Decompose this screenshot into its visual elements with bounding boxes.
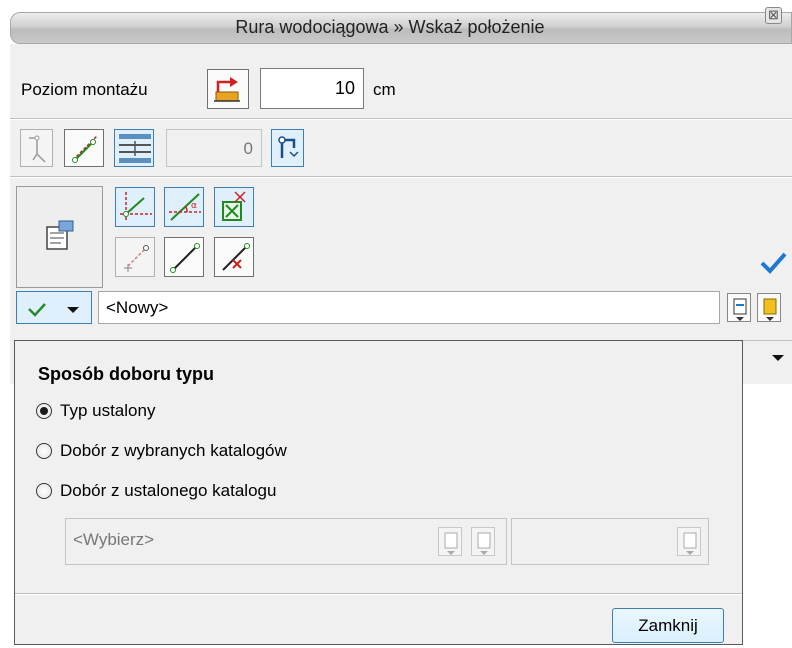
separator [10,118,792,120]
svg-text:α: α [191,201,197,211]
catalog-tag-button[interactable] [471,527,495,556]
type-filter-dropdown[interactable] [16,291,92,324]
level-pick-button[interactable] [207,69,249,109]
type-selector-input[interactable]: <Nowy> [98,291,720,324]
catalog-doc-button[interactable] [438,527,462,556]
level-pick-icon [214,77,240,102]
angle-icon: α [169,193,201,221]
catalog-select[interactable]: <Wybierz> [65,518,507,565]
riser-button[interactable] [271,129,304,167]
point-button[interactable] [115,187,155,227]
radio-option-fixed[interactable]: Typ ustalony [36,401,356,423]
offset-value: 0 [243,139,253,158]
popup-separator [15,593,742,595]
type-selector-value: <Nowy> [106,298,169,317]
line-button[interactable] [164,237,204,277]
apply-button[interactable] [758,247,788,277]
popup-heading: Sposób doboru typu [38,364,214,384]
document-icon [733,298,747,321]
delete-line-icon [222,243,250,271]
edit-type-button[interactable] [727,293,751,322]
level-value: 10 [334,78,355,98]
checkmark-icon [760,252,787,274]
radio-option-selected-catalogs[interactable]: Dobór z wybranych katalogów [36,441,396,463]
radio-label: Dobór z wybranych katalogów [60,441,287,460]
tag-icon [477,532,491,555]
document-icon [444,532,458,555]
branch-button[interactable] [20,129,53,167]
branch-icon [29,135,46,163]
catalog-subselect[interactable] [511,518,709,565]
properties-button[interactable] [16,186,103,288]
delete-line-button[interactable] [214,237,254,277]
crosshair-point-icon [120,192,152,222]
window-title: Rura wodociągowa » Wskaż położenie [235,17,545,37]
radio-button[interactable] [36,403,52,419]
radio-button[interactable] [36,483,52,499]
box-point-button[interactable] [214,187,254,227]
add-point-icon [124,245,149,272]
document-icon [683,532,697,555]
offset-lines-button[interactable] [114,129,154,167]
line-icon [170,243,200,273]
diagonal-pipe-button[interactable] [64,129,104,167]
parallel-lines-icon [119,134,151,163]
radio-label: Dobór z ustalonego katalogu [60,481,277,500]
riser-icon [278,136,299,158]
subselect-doc-button[interactable] [677,527,701,556]
yellow-tag-icon [763,298,777,321]
level-unit: cm [373,80,396,99]
checkmark-dropdown-icon [28,303,79,317]
close-icon[interactable]: ⊠ [765,7,782,24]
add-point-button[interactable] [115,237,155,277]
box-cross-icon [222,191,246,221]
angle-button[interactable]: α [164,187,204,227]
radio-option-fixed-catalog[interactable]: Dobór z ustalonego katalogu [36,481,396,503]
separator [10,176,792,178]
offset-input[interactable]: 0 [166,129,262,167]
radio-label: Typ ustalony [60,401,156,420]
level-label: Poziom montażu [21,80,148,99]
close-button[interactable]: Zamknij [612,608,724,643]
diagonal-line-icon [72,135,98,163]
radio-button[interactable] [36,443,52,459]
properties-icon [46,220,74,250]
catalog-button[interactable] [757,293,781,322]
catalog-placeholder: <Wybierz> [73,530,155,549]
level-input[interactable]: 10 [260,68,364,109]
